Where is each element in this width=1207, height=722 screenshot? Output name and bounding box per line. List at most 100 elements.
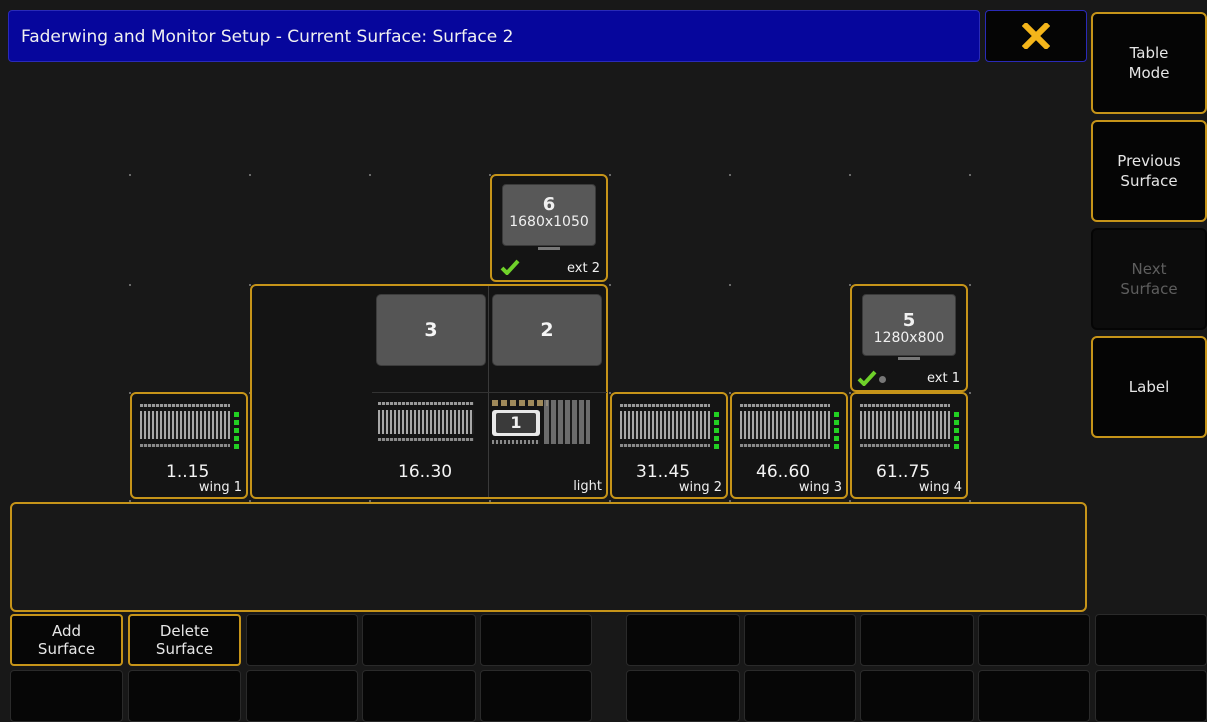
wing-range: 1..15 (166, 462, 210, 482)
monitor-screen: 6 1680x1050 (502, 184, 596, 246)
fader-bank (740, 411, 830, 439)
grid-dot (969, 174, 971, 176)
empty-button (626, 614, 740, 666)
fader-strip (860, 444, 950, 447)
empty-button (626, 670, 740, 722)
fader-strip (378, 402, 474, 405)
status-led (954, 428, 959, 433)
status-led (954, 436, 959, 441)
wing-tile-3[interactable]: 46..60 wing 3 (730, 392, 848, 499)
status-led (714, 436, 719, 441)
monitor-resolution: 1680x1050 (509, 214, 589, 230)
fader-bank (378, 410, 474, 434)
console-label: light (573, 479, 602, 494)
empty-button (128, 670, 241, 722)
empty-button (860, 614, 974, 666)
monitor-screen: 5 1280x800 (862, 294, 956, 356)
console-screen-3: 3 (376, 294, 486, 366)
status-led (234, 436, 239, 441)
console-screen-2: 2 (492, 294, 602, 366)
console-range: 16..30 (398, 462, 453, 482)
grid-dot (609, 174, 611, 176)
monitor-resolution: 1280x800 (873, 330, 945, 346)
monitor-stand (538, 247, 560, 250)
status-led (834, 444, 839, 449)
monitor-tile-5[interactable]: 5 1280x800 ext 1 (850, 284, 968, 392)
empty-button (744, 670, 856, 722)
monitor-number: 5 (902, 310, 916, 331)
status-led (234, 412, 239, 417)
close-button[interactable] (985, 10, 1087, 62)
fader-bank (860, 411, 950, 439)
status-led (954, 420, 959, 425)
grid-dot (129, 284, 131, 286)
wing-range: 31..45 (636, 462, 691, 482)
status-led (234, 420, 239, 425)
status-led (834, 420, 839, 425)
wing-tile-4[interactable]: 61..75 wing 4 (850, 392, 968, 499)
wing-range: 61..75 (876, 462, 931, 482)
fader-strip (740, 444, 830, 447)
fader-strip (740, 404, 830, 407)
empty-button (246, 670, 358, 722)
grid-dot (729, 174, 731, 176)
previous-surface-button[interactable]: Previous Surface (1091, 120, 1207, 222)
empty-button (10, 670, 123, 722)
status-led (714, 420, 719, 425)
monitor-number: 6 (542, 194, 556, 215)
wing-tile-2[interactable]: 31..45 wing 2 (610, 392, 728, 499)
console-tile[interactable]: 3 2 16..30 1 light (250, 284, 608, 499)
console-screen-1: 1 (496, 413, 536, 433)
status-led (714, 428, 719, 433)
status-led (954, 444, 959, 449)
label-button[interactable]: Label (1091, 336, 1207, 438)
console-divider (372, 392, 607, 393)
grid-dot (969, 392, 971, 394)
grid-dot (129, 174, 131, 176)
status-led (714, 412, 719, 417)
empty-button (480, 614, 592, 666)
fader-strip (140, 444, 230, 447)
monitor-output-label: ext 1 (927, 371, 960, 386)
table-mode-button[interactable]: Table Mode (1091, 12, 1207, 114)
status-led (714, 444, 719, 449)
status-led (834, 412, 839, 417)
monitor-output-label: ext 2 (567, 261, 600, 276)
empty-button (978, 670, 1090, 722)
grid-dot (969, 284, 971, 286)
grid-dot (849, 174, 851, 176)
monitor-tile-6[interactable]: 6 1680x1050 ext 2 (490, 174, 608, 282)
key-block (544, 400, 590, 444)
info-area (10, 502, 1087, 612)
empty-button (362, 614, 476, 666)
status-led (834, 428, 839, 433)
fader-strip (140, 404, 230, 407)
empty-button (978, 614, 1090, 666)
wing-tile-1[interactable]: 1..15 wing 1 (130, 392, 248, 499)
fader-strip (860, 404, 950, 407)
title-bar: Faderwing and Monitor Setup - Current Su… (8, 10, 980, 62)
fader-bank (140, 411, 230, 439)
grid-dot (729, 284, 731, 286)
status-dot-icon (879, 376, 886, 383)
wing-label: wing 3 (798, 480, 842, 495)
grid-dot (369, 174, 371, 176)
status-led (954, 412, 959, 417)
encoder-row (492, 400, 548, 406)
check-icon (500, 259, 520, 275)
grid-dot (249, 174, 251, 176)
status-led (834, 436, 839, 441)
wing-label: wing 1 (198, 480, 242, 495)
empty-button (1095, 670, 1207, 722)
window-title: Faderwing and Monitor Setup - Current Su… (21, 27, 514, 47)
fader-strip (620, 444, 710, 447)
empty-button (744, 614, 856, 666)
delete-surface-button[interactable]: Delete Surface (128, 614, 241, 666)
wing-range: 46..60 (756, 462, 811, 482)
status-led (234, 444, 239, 449)
fader-strip (378, 438, 474, 441)
wing-label: wing 4 (918, 480, 962, 495)
fader-bank (620, 411, 710, 439)
add-surface-button[interactable]: Add Surface (10, 614, 123, 666)
empty-button (1095, 614, 1207, 666)
